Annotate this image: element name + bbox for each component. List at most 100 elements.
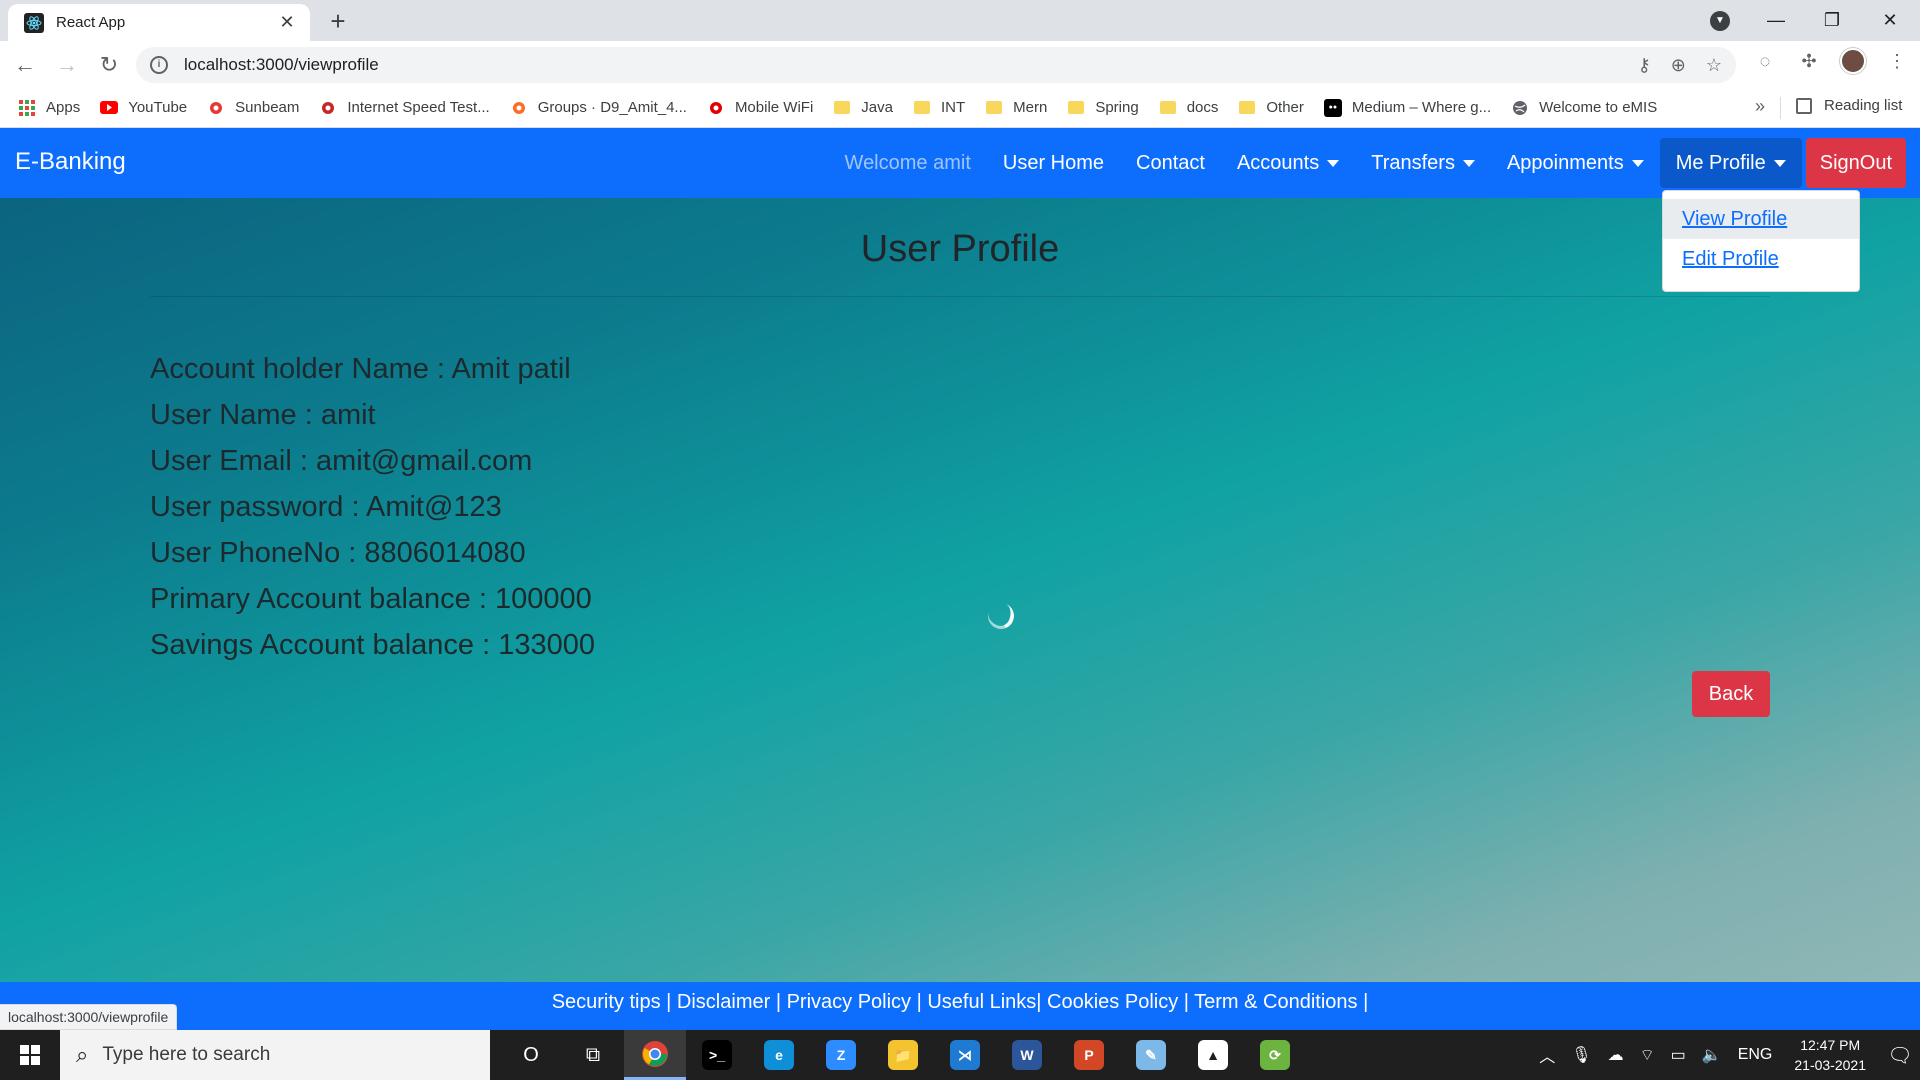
tab-search-icon[interactable]: ▼ <box>1710 11 1730 31</box>
close-tab-icon[interactable]: ✕ <box>276 12 298 33</box>
brand-link[interactable]: E-Banking <box>15 148 126 176</box>
folder-icon <box>985 99 1003 117</box>
clock-date: 21-03-2021 <box>1794 1057 1866 1073</box>
wifi-icon[interactable]: ⌔ <box>1640 1045 1655 1065</box>
taskbar-clock[interactable]: 12:47 PM 21-03-2021 <box>1794 1035 1866 1075</box>
taskbar-app[interactable]: O <box>500 1030 562 1080</box>
bookmark-item[interactable]: Groups · D9_Amit_4... <box>510 99 687 117</box>
language-indicator[interactable]: ENG <box>1738 1046 1773 1064</box>
bookmark-item[interactable]: Java <box>833 99 893 117</box>
search-icon: ⌕ <box>76 1042 89 1067</box>
bookmark-item[interactable]: INT <box>913 99 965 117</box>
speedometer-icon <box>319 99 337 117</box>
primary-account-balance: Primary Account balance : 100000 <box>150 583 592 615</box>
taskbar-app[interactable]: 📁 <box>872 1030 934 1080</box>
bookmark-star-icon[interactable]: ☆ <box>1706 55 1722 76</box>
globe-icon <box>1511 99 1529 117</box>
bookmarks-divider <box>1780 97 1781 119</box>
taskbar-app[interactable]: >_ <box>686 1030 748 1080</box>
title-divider <box>150 296 1770 297</box>
profile-avatar[interactable] <box>1840 48 1866 74</box>
back-arrow-icon[interactable]: ← <box>8 48 42 82</box>
bookmark-label: Mobile WiFi <box>734 99 814 116</box>
photos-icon: ▲ <box>1198 1040 1228 1070</box>
address-url[interactable]: localhost:3000/viewprofile <box>184 55 379 75</box>
youtube-icon <box>100 99 119 117</box>
taskbar-app[interactable]: ⧉ <box>562 1030 624 1080</box>
bookmarks-bar: Apps YouTube Sunbeam Internet Speed Test...… <box>0 88 1920 128</box>
address-bar[interactable]: i localhost:3000/viewprofile ⚷ ⊕ ☆ <box>136 47 1736 83</box>
minimize-icon[interactable]: — <box>1748 0 1804 41</box>
notification-center-icon[interactable]: 🗨 <box>1880 1030 1920 1080</box>
microphone-icon[interactable]: 🎙 <box>1571 1045 1591 1065</box>
apps-grid-icon <box>18 99 36 117</box>
page-viewport: E-Banking Welcome amit User Home Contact… <box>0 128 1920 1030</box>
footer-links[interactable]: Security tips | Disclaimer | Privacy Pol… <box>0 982 1920 1030</box>
bookmark-item[interactable]: Other <box>1238 99 1304 117</box>
taskbar-app[interactable]: W <box>996 1030 1058 1080</box>
user-password: User password : Amit@123 <box>150 491 502 523</box>
extension-loader-icon[interactable]: ◌ <box>1752 48 1778 74</box>
bookmark-item[interactable]: Welcome to eMIS <box>1511 99 1657 117</box>
chevron-up-icon[interactable]: ︿ <box>1539 1043 1555 1067</box>
taskbar-app[interactable]: ⟳ <box>1244 1030 1306 1080</box>
nav-accounts-dropdown[interactable]: Accounts <box>1221 138 1355 188</box>
browser-tab[interactable]: React App ✕ <box>8 4 310 41</box>
notes-icon: ✎ <box>1136 1040 1166 1070</box>
bookmark-item[interactable]: Internet Speed Test... <box>319 99 490 117</box>
bookmark-label: Spring <box>1095 99 1139 116</box>
bookmark-item[interactable]: Mern <box>985 99 1047 117</box>
savings-account-balance: Savings Account balance : 133000 <box>150 629 595 661</box>
bookmark-item[interactable]: Spring <box>1067 99 1139 117</box>
taskbar-app[interactable]: ▲ <box>1182 1030 1244 1080</box>
site-info-icon[interactable]: i <box>150 56 168 74</box>
nav-appointments-label: Appoinments <box>1506 151 1624 174</box>
nav-accounts-label: Accounts <box>1236 151 1320 174</box>
bookmark-label: YouTube <box>128 99 188 116</box>
nav-transfers-dropdown[interactable]: Transfers <box>1355 138 1491 188</box>
bookmark-item[interactable]: ●● Medium – Where g... <box>1323 98 1491 117</box>
taskbar-app[interactable]: e <box>748 1030 810 1080</box>
taskbar-search-box[interactable]: ⌕ Type here to search <box>60 1030 490 1080</box>
extensions-puzzle-icon[interactable]: ✣ <box>1796 48 1822 74</box>
windows-start-icon[interactable] <box>0 1030 60 1080</box>
bookmark-item[interactable]: YouTube <box>100 99 187 117</box>
bookmark-item[interactable]: docs <box>1159 99 1218 117</box>
nav-user-home[interactable]: User Home <box>987 138 1120 188</box>
taskbar-app[interactable]: ⋊ <box>934 1030 996 1080</box>
bookmarks-overflow-icon[interactable]: » <box>1755 96 1765 117</box>
nav-appointments-dropdown[interactable]: Appoinments <box>1491 138 1660 188</box>
taskbar-app[interactable] <box>624 1030 686 1080</box>
taskbar-app[interactable]: Z <box>810 1030 872 1080</box>
taskbar-app[interactable]: P <box>1058 1030 1120 1080</box>
new-tab-button[interactable]: + <box>322 6 354 38</box>
reading-list-label: Reading list <box>1824 97 1903 114</box>
bookmark-item[interactable]: Sunbeam <box>207 99 299 117</box>
restore-icon[interactable]: ❐ <box>1804 0 1860 41</box>
forward-arrow-icon[interactable]: → <box>50 48 84 82</box>
close-window-icon[interactable]: ✕ <box>1862 0 1918 41</box>
back-button[interactable]: Back <box>1692 671 1770 717</box>
menu-kebab-icon[interactable]: ⋮ <box>1884 48 1910 74</box>
nav-contact[interactable]: Contact <box>1120 138 1221 188</box>
speaker-icon[interactable]: 🔈 <box>1702 1045 1722 1065</box>
folder-icon <box>913 99 931 117</box>
chrome-icon <box>640 1039 670 1069</box>
nav-transfers-label: Transfers <box>1371 151 1455 174</box>
bookmark-item[interactable]: Mobile WiFi <box>707 99 813 117</box>
welcome-text: Welcome amit <box>844 151 971 174</box>
bookmark-item[interactable]: Apps <box>18 99 80 117</box>
nav-me-profile-dropdown[interactable]: Me Profile <box>1659 138 1802 188</box>
battery-icon[interactable]: ▭ <box>1671 1045 1686 1065</box>
tab-title: React App <box>56 14 126 31</box>
cortana-icon: O <box>523 1043 539 1066</box>
onedrive-cloud-icon[interactable]: ☁ <box>1608 1045 1624 1065</box>
file-explorer-icon: 📁 <box>888 1040 918 1070</box>
zoom-icon[interactable]: ⊕ <box>1671 55 1686 76</box>
key-icon[interactable]: ⚷ <box>1638 55 1651 76</box>
reload-icon[interactable]: ↻ <box>92 48 126 82</box>
taskbar-app[interactable]: ✎ <box>1120 1030 1182 1080</box>
nav-links: Welcome amit User Home Contact Accounts … <box>829 138 1906 188</box>
reading-list-button[interactable]: Reading list <box>1796 97 1902 114</box>
signout-button[interactable]: SignOut <box>1805 138 1906 188</box>
